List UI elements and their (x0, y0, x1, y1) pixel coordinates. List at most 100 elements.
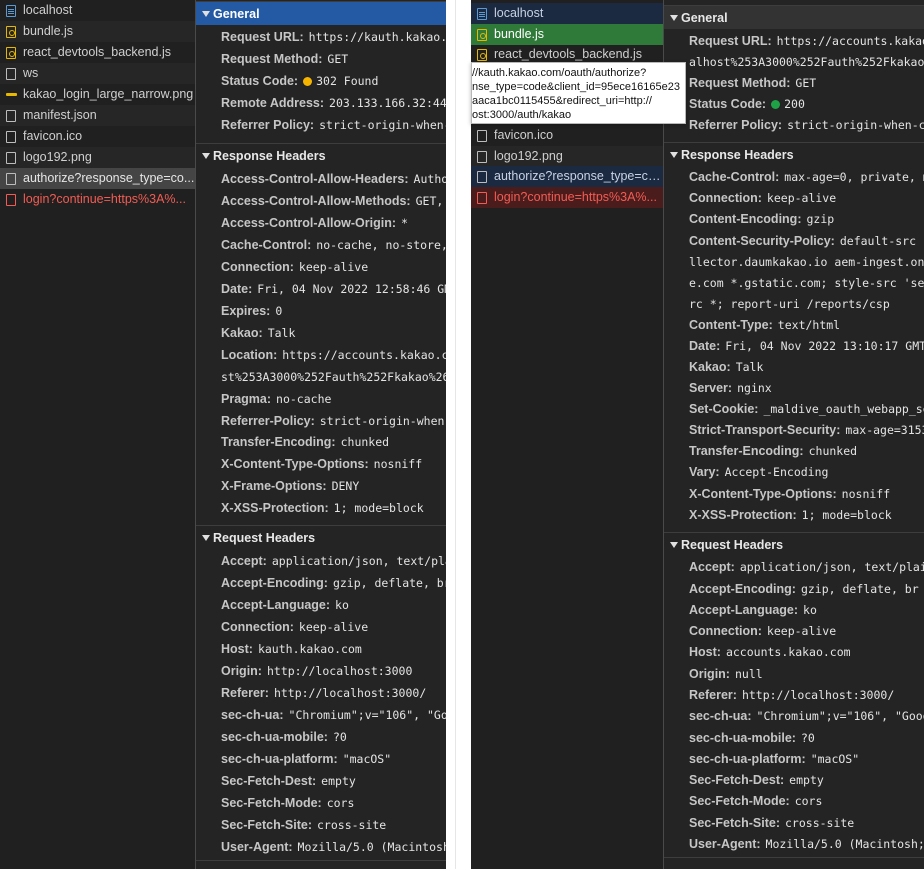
header-key: Sec-Fetch-Site: (689, 816, 780, 830)
request-name: bundle.js (23, 24, 74, 38)
header-value: Accept-Encoding (724, 465, 829, 479)
request-row[interactable]: favicon.ico (471, 125, 663, 146)
header-value: Mozilla/5.0 (Macintosh; I (765, 837, 924, 851)
header-row: Status Code: 302 Found (221, 70, 446, 92)
header-value: 0 (275, 304, 283, 318)
header-value: ko (803, 603, 817, 617)
header-row: X-Content-Type-Options: nosniff (221, 453, 446, 475)
header-key: Server: (689, 381, 733, 395)
request-row[interactable]: manifest.json (0, 105, 195, 126)
header-key: Accept-Encoding: (689, 582, 796, 596)
header-row: Pragma: no-cache (221, 388, 446, 410)
header-row-continuation: st%253A3000%252Fauth%252Fkakao%26t (221, 366, 446, 388)
section-title: Request Headers (213, 531, 316, 545)
request-list: localhost bundle.js react_devtools_backe… (0, 0, 196, 869)
header-row: Referer: http://localhost:3000/ (221, 682, 446, 704)
header-row: Date: Fri, 04 Nov 2022 13:10:17 GMT (689, 335, 924, 357)
header-value: keep-alive (298, 620, 369, 634)
header-row: X-XSS-Protection: 1; mode=block (689, 504, 924, 526)
response-headers-section-header[interactable]: Response Headers (664, 142, 924, 166)
request-row-selected[interactable]: authorize?response_type=co... (471, 166, 663, 187)
header-value: kauth.kakao.com (257, 642, 362, 656)
file-icon (6, 131, 16, 143)
header-value: gzip (806, 212, 835, 226)
header-key: Origin: (221, 664, 262, 678)
document-icon (6, 5, 16, 17)
general-section-header[interactable]: General (664, 5, 924, 29)
response-headers-section-header[interactable]: Response Headers (196, 143, 446, 167)
file-icon (477, 171, 487, 183)
header-value: application/json, text/plai (271, 554, 446, 568)
status-dot-icon (303, 77, 313, 86)
request-row[interactable]: logo192.png (0, 147, 195, 168)
header-row: Accept: application/json, text/plai (221, 550, 446, 572)
script-icon (6, 47, 16, 59)
header-row: Sec-Fetch-Site: cross-site (221, 814, 446, 836)
request-name: localhost (23, 3, 73, 17)
header-value: strict-origin-when-cro (787, 118, 924, 132)
header-row: Location: https://accounts.kakao.co (221, 344, 446, 366)
header-row: Content-Security-Policy: default-src 'se (689, 230, 924, 252)
request-row[interactable]: react_devtools_backend.js (0, 42, 195, 63)
header-row: Cache-Control: no-cache, no-store, (221, 234, 446, 256)
header-key: sec-ch-ua-platform: (221, 752, 338, 766)
divider (196, 860, 446, 861)
header-value: "macOS" (342, 752, 392, 766)
request-row[interactable]: kakao_login_large_narrow.png (0, 84, 195, 105)
header-row: X-Frame-Options: DENY (221, 475, 446, 497)
header-value: nosniff (373, 457, 423, 471)
header-key: Sec-Fetch-Mode: (689, 794, 790, 808)
request-name: favicon.ico (494, 128, 554, 142)
section-title: Response Headers (681, 148, 794, 162)
request-row[interactable]: logo192.png (471, 146, 663, 167)
header-row: Request URL: https://kauth.kakao.c (221, 26, 446, 48)
header-value: st%253A3000%252Fauth%252Fkakao%26t (221, 370, 446, 384)
request-row-selected[interactable]: authorize?response_type=co... (0, 168, 195, 189)
request-row[interactable]: favicon.ico (0, 126, 195, 147)
header-value: cors (794, 794, 823, 808)
header-key: Access-Control-Allow-Headers: (221, 172, 409, 186)
request-row[interactable]: ws (0, 63, 195, 84)
header-key: X-XSS-Protection: (689, 508, 797, 522)
header-row: sec-ch-ua: "Chromium";v="106", "Google (689, 705, 924, 727)
header-key: Referrer Policy: (221, 118, 315, 132)
request-name: logo192.png (23, 150, 92, 164)
header-value: chunked (340, 435, 390, 449)
header-key: Accept-Encoding: (221, 576, 328, 590)
file-icon (6, 173, 16, 185)
request-row[interactable]: bundle.js (0, 21, 195, 42)
header-value: Talk (267, 326, 296, 340)
header-value: https://accounts.kakao.c (776, 34, 924, 48)
request-row[interactable]: localhost (471, 3, 663, 24)
header-value: keep-alive (766, 191, 837, 205)
header-key: Date: (689, 339, 721, 353)
request-row[interactable]: bundle.js (471, 24, 663, 45)
header-key: sec-ch-ua: (221, 708, 284, 722)
header-value: empty (321, 774, 356, 788)
header-row: sec-ch-ua-mobile: ?0 (689, 727, 924, 749)
request-row[interactable]: localhost (0, 0, 195, 21)
general-section-header[interactable]: General (196, 1, 446, 25)
request-row-error[interactable]: login?continue=https%3A%... (471, 187, 663, 208)
header-value: ?0 (332, 730, 347, 744)
script-icon (6, 26, 16, 38)
header-row-continuation: e.com *.gstatic.com; style-src 'self' (689, 272, 924, 294)
header-key: Connection: (689, 191, 762, 205)
header-key: Status Code: (221, 74, 299, 88)
caret-down-icon (202, 11, 210, 17)
header-row: Cache-Control: max-age=0, private, mus (689, 166, 924, 188)
request-headers-section-header[interactable]: Request Headers (664, 532, 924, 556)
request-headers-section-header[interactable]: Request Headers (196, 525, 446, 549)
header-key: Accept: (689, 560, 735, 574)
header-key: Request Method: (221, 52, 323, 66)
request-name: manifest.json (23, 108, 97, 122)
header-key: Kakao: (689, 360, 731, 374)
header-row: Remote Address: 203.133.166.32:443 (221, 92, 446, 114)
section-title: General (213, 7, 260, 21)
header-key: Referrer Policy: (689, 118, 783, 132)
divider (664, 857, 924, 858)
header-value: Fri, 04 Nov 2022 12:58:46 GMT (257, 282, 446, 296)
header-key: Sec-Fetch-Dest: (221, 774, 317, 788)
header-row: Kakao: Talk (221, 322, 446, 344)
request-row-error[interactable]: login?continue=https%3A%... (0, 189, 195, 210)
